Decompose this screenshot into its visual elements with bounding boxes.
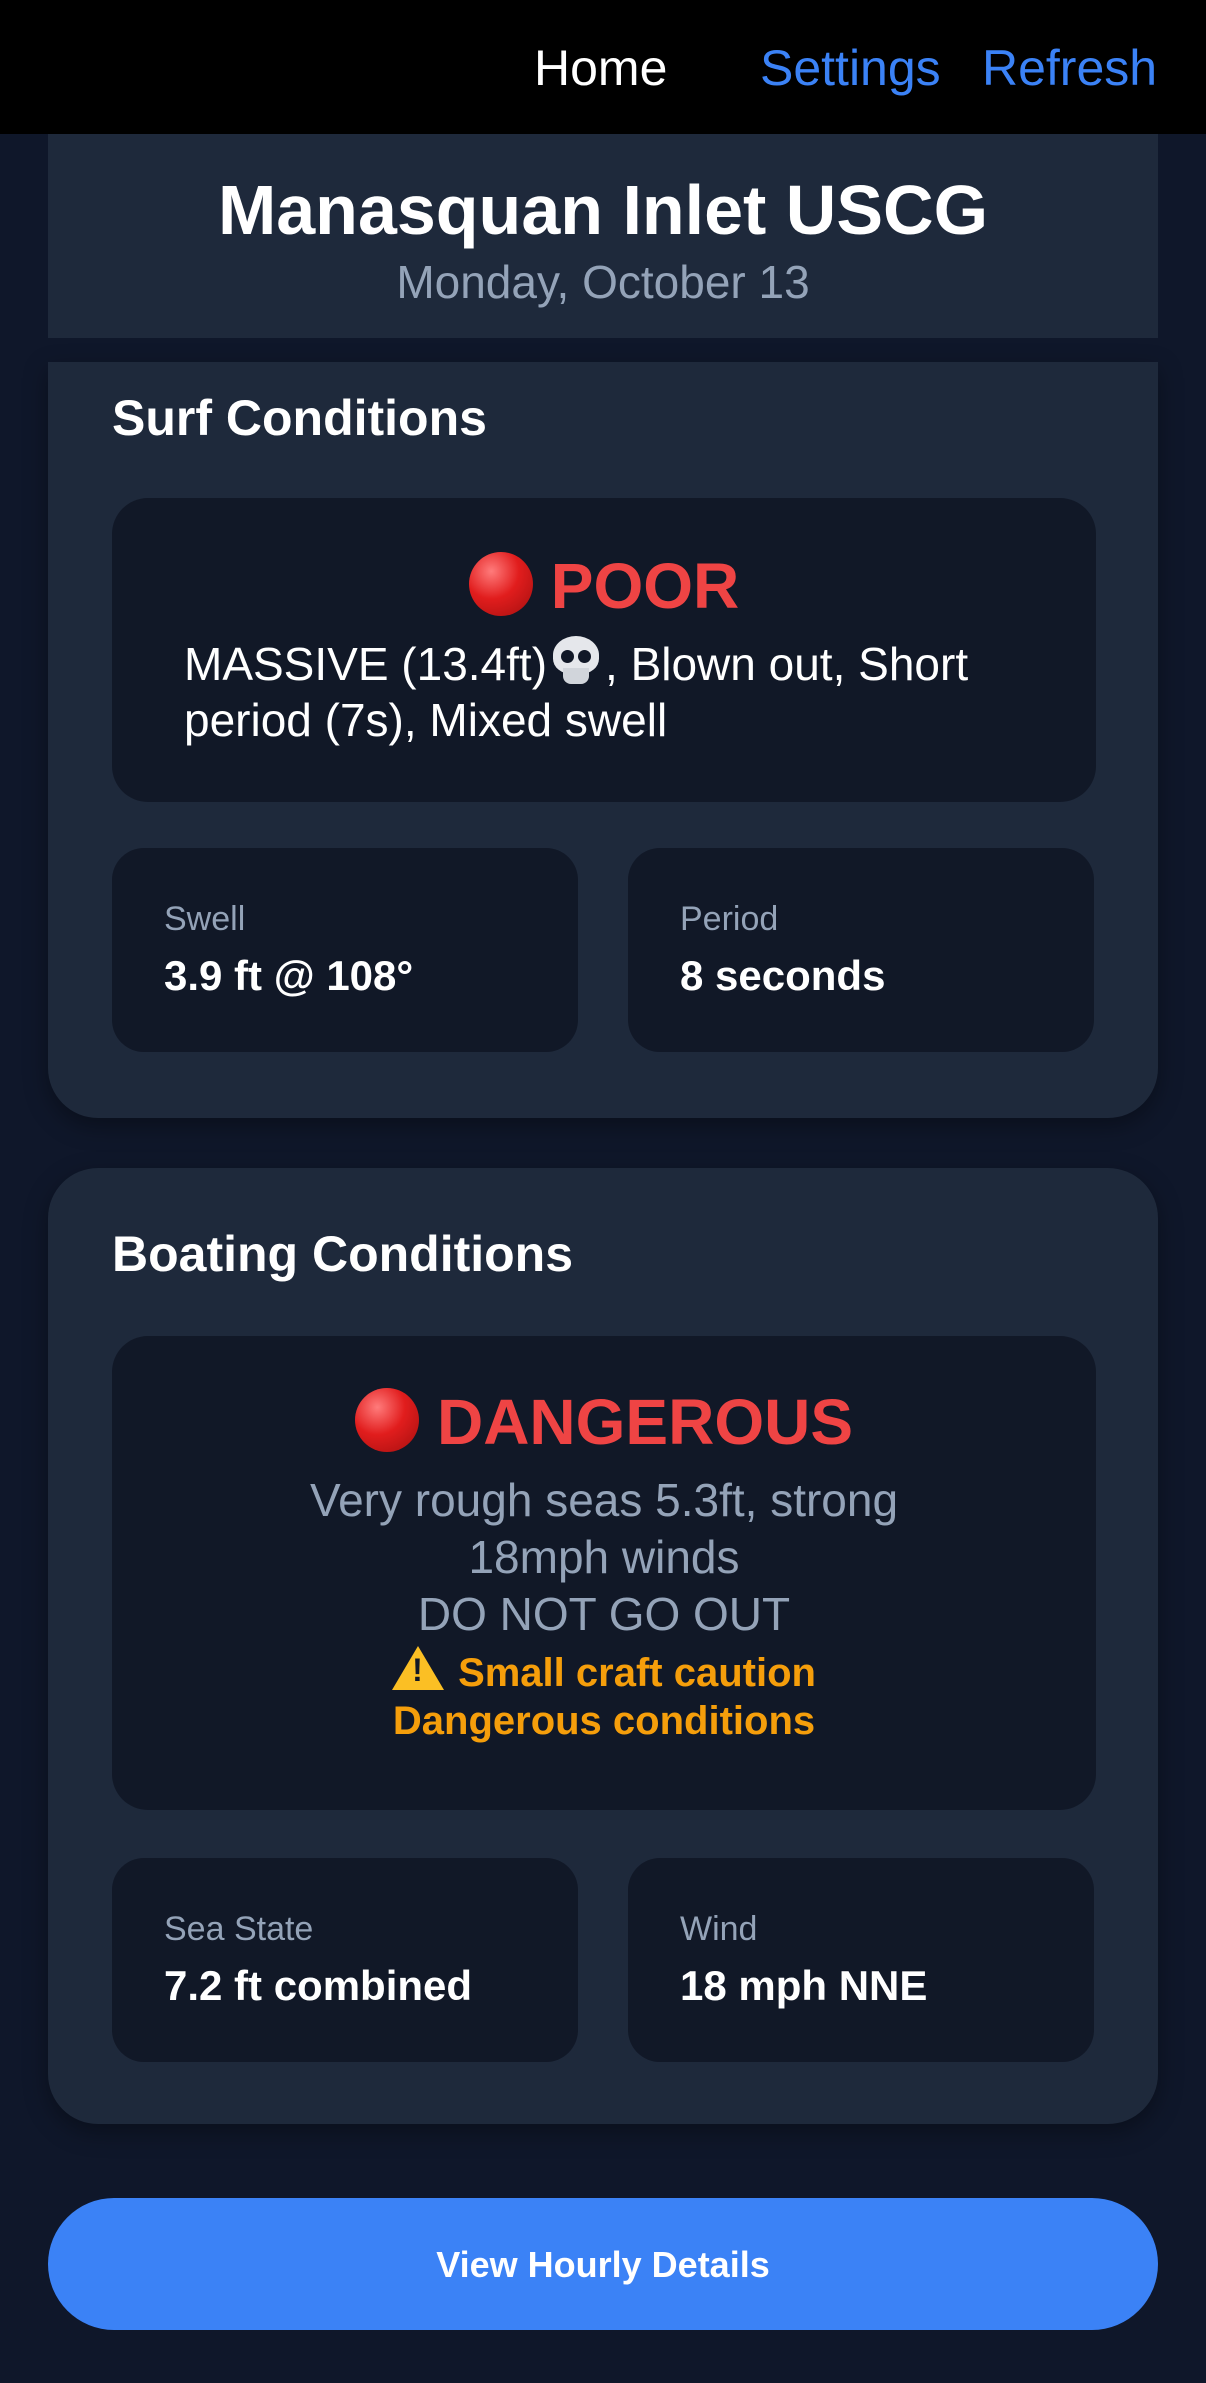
- stat-label: Sea State: [164, 1910, 314, 1948]
- boating-rating-text: DANGEROUS: [436, 1386, 854, 1458]
- surf-rating: POOR: [112, 548, 1096, 624]
- red-circle-icon: [354, 1388, 419, 1452]
- red-circle-icon: [468, 552, 533, 616]
- surf-description-part1: MASSIVE (13.4ft): [184, 638, 548, 690]
- boating-card-title: Boating Conditions: [112, 1226, 574, 1282]
- boating-description-line: DO NOT GO OUT: [417, 1588, 791, 1640]
- surf-description: MASSIVE (13.4ft), Blown out, Short perio…: [184, 636, 1044, 748]
- boating-rating: DANGEROUS: [112, 1384, 1096, 1460]
- stat-label: Period: [680, 900, 779, 938]
- warning-line-2: Dangerous conditions: [392, 1699, 816, 1743]
- stat-value: 8 seconds: [680, 952, 886, 999]
- wind-stat: Wind 18 mph NNE: [628, 1858, 1094, 2062]
- skull-icon: [551, 636, 601, 686]
- date-label: Monday, October 13: [396, 256, 810, 308]
- stat-value: 18 mph NNE: [680, 1962, 928, 2009]
- boating-description-line: 18mph winds: [468, 1531, 740, 1583]
- nav-home-title: Home: [534, 40, 668, 96]
- view-hourly-details-button[interactable]: View Hourly Details: [48, 2198, 1158, 2330]
- surf-rating-text: POOR: [550, 550, 740, 622]
- stat-value: 3.9 ft @ 108°: [164, 952, 414, 999]
- surf-conditions-card: Surf Conditions POOR MASSIVE (13.4ft), B…: [48, 362, 1158, 1118]
- period-stat: Period 8 seconds: [628, 848, 1094, 1052]
- location-title: Manasquan Inlet USCG: [217, 171, 989, 249]
- stat-label: Wind: [680, 1910, 758, 1948]
- swell-stat: Swell 3.9 ft @ 108°: [112, 848, 578, 1052]
- settings-link[interactable]: Settings: [760, 38, 941, 98]
- warning-text: Small craft caution: [458, 1651, 816, 1695]
- boating-conditions-card: Boating Conditions DANGEROUS Very rough …: [48, 1168, 1158, 2124]
- sea-state-stat: Sea State 7.2 ft combined: [112, 1858, 578, 2062]
- warning-line-1: Small craft caution: [112, 1646, 1096, 1698]
- boating-description-line: Very rough seas 5.3ft, strong: [309, 1474, 899, 1526]
- surf-rating-box: POOR MASSIVE (13.4ft), Blown out, Short …: [112, 498, 1096, 802]
- top-nav-bar: Home Settings Refresh: [0, 0, 1206, 134]
- surf-card-title: Surf Conditions: [112, 390, 487, 446]
- boating-description: Very rough seas 5.3ft, strong 18mph wind…: [112, 1472, 1096, 1643]
- location-header: Manasquan Inlet USCG Monday, October 13: [48, 134, 1158, 338]
- refresh-link[interactable]: Refresh: [982, 38, 1157, 98]
- stat-value: 7.2 ft combined: [164, 1962, 473, 2009]
- stat-label: Swell: [164, 900, 246, 938]
- warning-icon: [392, 1646, 445, 1690]
- boating-rating-box: DANGEROUS Very rough seas 5.3ft, strong …: [112, 1336, 1096, 1810]
